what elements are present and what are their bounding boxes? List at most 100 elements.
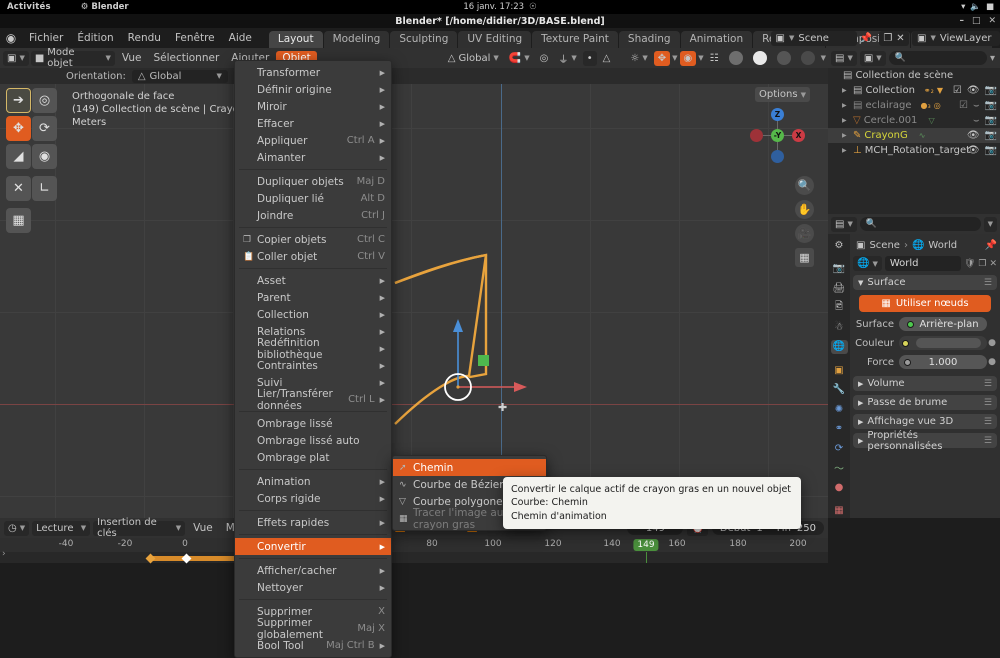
menu-item-effacer[interactable]: Effacer▶: [235, 115, 391, 132]
current-frame-marker[interactable]: 149: [633, 539, 658, 551]
tab-layout[interactable]: Layout: [269, 31, 323, 48]
shading-rendered[interactable]: [773, 51, 795, 66]
chevron-down-icon[interactable]: ▼: [698, 54, 703, 62]
menu-item-definir-origine[interactable]: Définir origine▶: [235, 81, 391, 98]
menu-item-corps-rigide[interactable]: Corps rigide▶: [235, 490, 391, 507]
texture-tab-icon[interactable]: ▦: [831, 504, 848, 518]
transform-orientation-selector[interactable]: △ Global ▼: [444, 51, 503, 66]
outliner-root-row[interactable]: ▤ Collection de scène: [828, 68, 1000, 83]
keying-menu[interactable]: Insertion de clés▼: [93, 521, 185, 536]
animate-dot-icon[interactable]: ●: [987, 357, 997, 367]
menu-item-copier-objets[interactable]: ❐Copier objetsCtrl C: [235, 231, 391, 248]
use-nodes-button[interactable]: ▦ Utiliser nœuds: [859, 295, 991, 312]
chevron-right-icon[interactable]: ▶: [842, 87, 850, 94]
tool-annotate[interactable]: ✕: [6, 176, 31, 201]
viewport-menu-vue[interactable]: Vue: [117, 52, 147, 64]
outliner-row-crayong[interactable]: ▶ ✎ CrayonG ∿ 👁 📷: [828, 128, 1000, 143]
clock[interactable]: 16 janv. 17:23 ☉: [463, 2, 536, 12]
camera-icon[interactable]: 🎥: [795, 224, 814, 243]
playhead[interactable]: [646, 552, 647, 563]
chevron-right-icon[interactable]: ▶: [842, 147, 850, 154]
eye-closed-icon[interactable]: ⌣: [973, 100, 980, 111]
world-name-field[interactable]: World: [885, 256, 961, 271]
object-menu-dropdown[interactable]: Transformer▶ Définir origine▶ Miroir▶ Ef…: [234, 60, 392, 658]
camera-render-icon[interactable]: 📷: [985, 85, 997, 96]
tool-cursor[interactable]: ◎: [32, 88, 57, 113]
surface-value-field[interactable]: Arrière-plan: [899, 317, 987, 331]
timeline-ruler[interactable]: -40 -20 0 20 40 60 80 100 120 140 149 16…: [0, 538, 828, 552]
menu-item-dupliquer-objets[interactable]: Dupliquer objetsMaj D: [235, 173, 391, 190]
minimize-icon[interactable]: –: [959, 16, 964, 26]
outliner-row-cercle[interactable]: ▶ ▽ Cercle.001 ▽ ⌣ 📷: [828, 113, 1000, 128]
outliner-row-collection[interactable]: ▶ ▤ Collection ⚭₂ ▼ ☑ 👁 📷: [828, 83, 1000, 98]
pin-icon[interactable]: 📌: [985, 240, 997, 251]
outliner-row-eclairage[interactable]: ▶ ▤ eclairage ●₃ ◎ ☑ ⌣ 📷: [828, 98, 1000, 113]
menu-item-ombrage-plat[interactable]: Ombrage plat: [235, 449, 391, 466]
panel-surface[interactable]: ▼ Surface ☰: [853, 275, 997, 290]
maximize-icon[interactable]: □: [972, 16, 981, 26]
checkbox-icon[interactable]: ☑: [959, 100, 968, 111]
shading-material[interactable]: [749, 51, 771, 66]
menu-item-ombrage-lisse-auto[interactable]: Ombrage lissé auto: [235, 432, 391, 449]
tool-scale[interactable]: ◢: [6, 144, 31, 169]
xray-toggle[interactable]: ✥: [654, 51, 670, 66]
physics-tab-icon[interactable]: ⚭: [831, 421, 848, 435]
gizmo-axis-neg-x[interactable]: [750, 129, 763, 142]
pin-scene-icon[interactable]: 📌: [860, 33, 872, 44]
color-value-field[interactable]: [899, 336, 987, 350]
window-controls[interactable]: – □ ✕: [959, 14, 996, 28]
menu-fenetre[interactable]: Fenêtre: [168, 30, 222, 46]
eye-icon[interactable]: 👁: [967, 145, 980, 156]
menu-item-effets-rapides[interactable]: Effets rapides▶: [235, 514, 391, 531]
animate-dot-icon[interactable]: ●: [987, 338, 997, 348]
shading-extra[interactable]: [797, 51, 819, 66]
shield-icon[interactable]: 🛡: [964, 259, 975, 269]
menu-item-transformer[interactable]: Transformer▶: [235, 64, 391, 81]
menu-item-coller-objet[interactable]: 📋Coller objetCtrl V: [235, 248, 391, 265]
breadcrumb-scene[interactable]: Scene: [869, 240, 900, 251]
zoom-icon[interactable]: 🔍: [795, 176, 814, 195]
menu-item-asset[interactable]: Asset▶: [235, 272, 391, 289]
tool-rotate[interactable]: ⟳: [32, 116, 57, 141]
proportional-falloff-selector[interactable]: ⏚▼: [554, 51, 580, 66]
pan-hand-icon[interactable]: ✋: [795, 200, 814, 219]
menu-item-aimanter[interactable]: Aimanter▶: [235, 149, 391, 166]
shading-wireframe[interactable]: ☷: [706, 51, 723, 66]
camera-render-icon[interactable]: 📷: [985, 100, 997, 111]
gizmo-axis-neg-z[interactable]: [771, 150, 784, 163]
tab-modeling[interactable]: Modeling: [324, 31, 390, 48]
blender-logo-icon[interactable]: ◉: [0, 31, 22, 45]
menu-item-ombrage-lisse[interactable]: Ombrage lissé: [235, 415, 391, 432]
scene-selector[interactable]: ▣ ▼ Scene: [771, 31, 857, 46]
viewport-3d[interactable]: Orthogonale de face (149) Collection de …: [0, 84, 828, 518]
properties-editor-type[interactable]: ▤▼: [831, 217, 857, 232]
eye-icon[interactable]: 👁: [967, 85, 980, 96]
particles-tab-icon[interactable]: ✺: [831, 402, 848, 416]
modifier-tab-icon[interactable]: 🔧: [831, 383, 848, 397]
overlays-toggle[interactable]: △: [599, 51, 615, 66]
viewlayer-selector[interactable]: ▣ ▼ ViewLayer: [912, 31, 1000, 46]
timeline-expand-icon[interactable]: ›: [2, 549, 6, 559]
gizmo-axis-z[interactable]: Z: [771, 108, 784, 121]
scene-tab-icon[interactable]: ☃: [831, 320, 848, 334]
close-icon[interactable]: ✕: [988, 16, 996, 26]
submenu-item-chemin[interactable]: ➚ Chemin: [393, 459, 546, 476]
editor-type-selector[interactable]: ▣▼: [3, 51, 29, 66]
system-indicators[interactable]: ▾ 🔈 ■: [961, 2, 994, 12]
chevron-down-icon[interactable]: ▼: [821, 54, 826, 62]
navigation-gizmo[interactable]: Z X -Y: [750, 108, 806, 164]
viewport-options-button[interactable]: Options ▼: [755, 87, 810, 102]
color-swatch[interactable]: [916, 338, 981, 348]
render-tab-icon[interactable]: 📷: [831, 261, 848, 275]
gizmo-toggle[interactable]: •: [583, 51, 597, 66]
menu-item-appliquer[interactable]: AppliquerCtrl A▶: [235, 132, 391, 149]
chevron-right-icon[interactable]: ▶: [842, 102, 850, 109]
menu-item-afficher-cacher[interactable]: Afficher/cacher▶: [235, 562, 391, 579]
checkbox-icon[interactable]: ☑: [953, 85, 962, 96]
move-gizmo[interactable]: [390, 239, 570, 419]
eye-closed-icon[interactable]: ⌣: [973, 115, 980, 126]
camera-render-icon[interactable]: 📷: [985, 115, 997, 126]
mode-selector[interactable]: ■ Mode objet ▼: [31, 51, 115, 66]
panel-volume[interactable]: ▶ Volume ☰: [853, 376, 997, 391]
menu-rendu[interactable]: Rendu: [121, 30, 168, 46]
